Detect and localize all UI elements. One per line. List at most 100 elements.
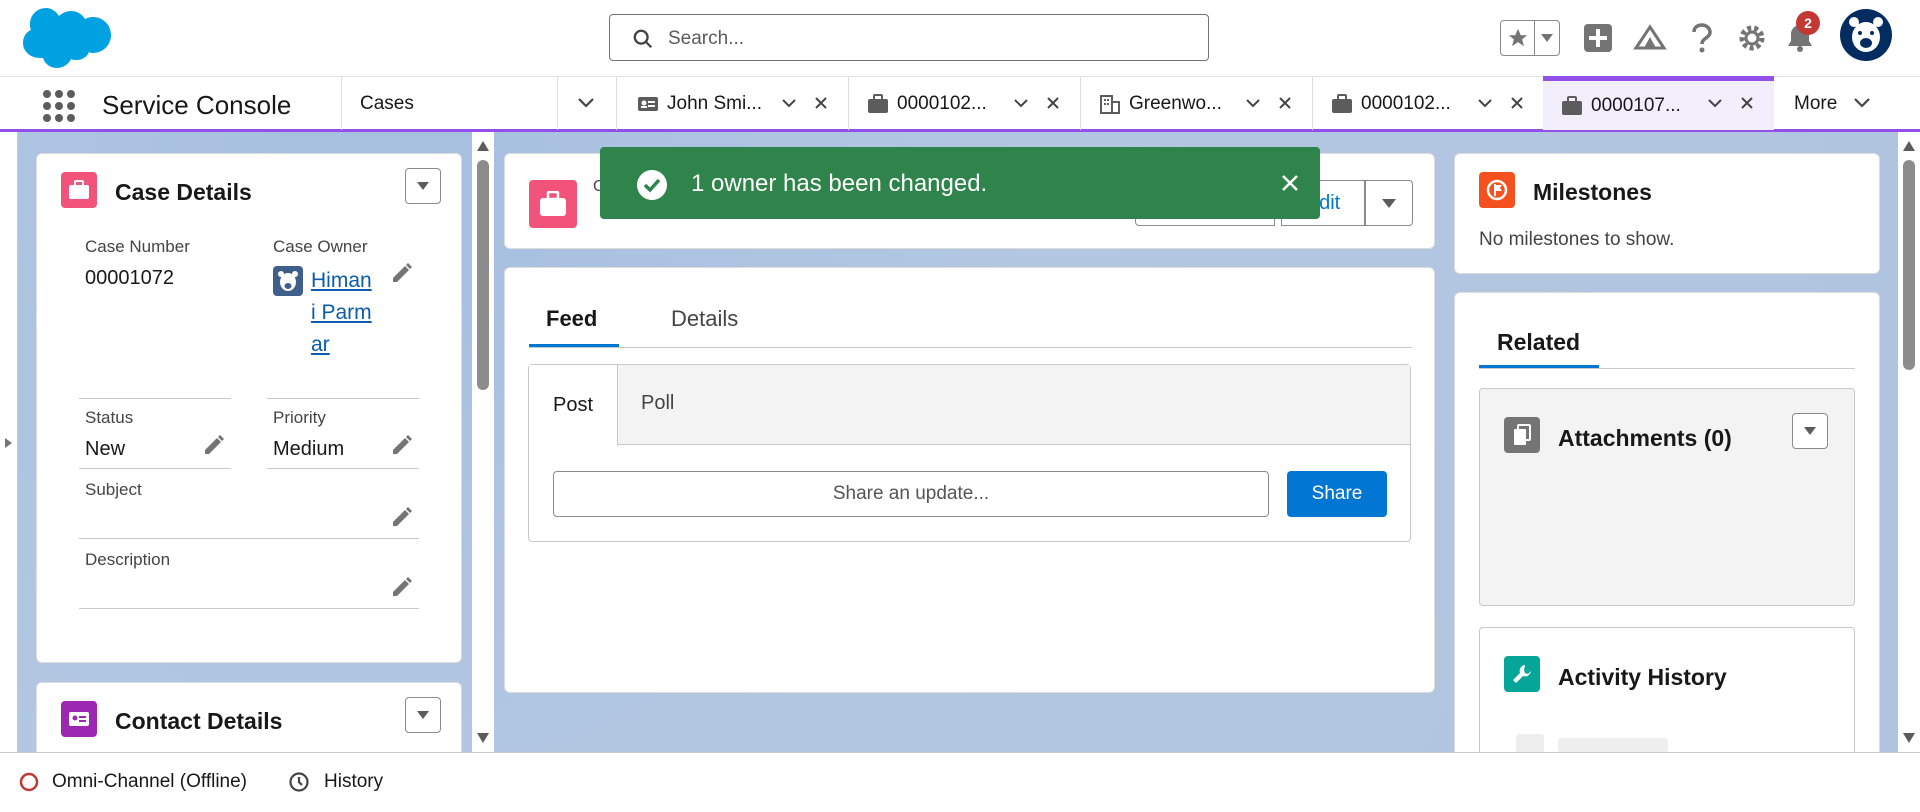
page-scrollbar[interactable] [1898,132,1920,752]
close-tab-icon[interactable] [1275,93,1295,113]
scroll-thumb[interactable] [477,160,489,390]
close-toast-icon[interactable] [1281,174,1299,192]
chevron-down-icon[interactable] [1243,93,1263,113]
global-actions-add-icon[interactable] [1578,18,1618,58]
record-page-content: Case Details Case Number 00001072 Case O… [0,132,1920,752]
owner-avatar [273,266,303,296]
share-update-input[interactable]: Share an update... [553,471,1269,517]
more-tabs-button[interactable]: More [1774,77,1920,130]
tabs-divider [529,347,1412,348]
omni-channel-label: Omni-Channel (Offline) [52,771,248,792]
publisher-tab-poll[interactable]: Poll [641,392,674,415]
history-label: History [324,771,384,792]
split-view-toggle[interactable] [0,132,18,752]
chevron-down-icon[interactable] [1705,93,1725,113]
search-icon [633,29,653,49]
help-icon[interactable] [1682,18,1722,58]
setup-gear-icon[interactable] [1732,18,1772,58]
offline-status-circle-icon [19,772,39,792]
app-launcher-icon[interactable] [42,89,76,123]
tab-cases[interactable]: Cases [342,77,558,130]
history-utility[interactable]: History [288,771,383,793]
utility-bar: Omni-Channel (Offline) History [0,752,1920,812]
field-divider [267,398,419,399]
close-tab-icon[interactable] [1043,93,1063,113]
attachments-title[interactable]: Attachments (0) [1558,425,1732,452]
scroll-up-arrow-icon[interactable] [477,141,489,151]
object-nav-menu-button[interactable] [558,77,616,130]
tab-case-1[interactable]: 0000102... [849,77,1080,130]
favorites-star-icon[interactable] [1501,21,1535,55]
briefcase-icon [867,93,889,115]
close-tab-icon[interactable] [811,93,831,113]
milestones-card: Milestones No milestones to show. [1454,153,1880,274]
scroll-thumb[interactable] [1903,160,1915,370]
edit-case-owner-pencil-icon[interactable] [391,262,413,284]
scroll-down-arrow-icon[interactable] [477,733,489,743]
trailhead-guidance-icon[interactable] [1630,18,1670,58]
milestones-title: Milestones [1533,179,1652,205]
left-column-scrollbar[interactable] [472,132,494,752]
field-divider [79,468,231,469]
edit-subject-pencil-icon[interactable] [391,506,413,528]
chevron-down-icon [417,711,429,719]
close-tab-icon[interactable] [1737,93,1757,113]
scroll-up-arrow-icon[interactable] [1903,141,1915,151]
chevron-down-icon[interactable] [1011,93,1031,113]
field-divider [79,398,231,399]
building-icon [1099,93,1121,115]
status-value: New [85,438,126,460]
activity-history-title[interactable]: Activity History [1558,664,1727,691]
tab-feed[interactable]: Feed [546,306,597,332]
clock-icon [289,772,309,792]
loading-placeholder [1558,738,1668,752]
case-owner-link[interactable]: Himani Parmar [311,265,375,361]
tab-case-2[interactable]: 0000102... [1313,77,1544,130]
related-card: Related Attachments (0) Activity History [1454,292,1880,752]
search-placeholder: Search... [668,28,745,49]
salesforce-logo-icon[interactable] [22,8,112,70]
tab-cases-label: Cases [360,92,414,114]
loading-placeholder [1516,734,1544,752]
contact-details-title: Contact Details [115,708,283,734]
edit-priority-pencil-icon[interactable] [391,434,413,456]
favorites-dropdown-icon[interactable] [1535,21,1559,55]
close-tab-icon[interactable] [1507,93,1527,113]
priority-value: Medium [273,438,345,460]
share-button[interactable]: Share [1287,471,1387,517]
omni-channel-utility[interactable]: Omni-Channel (Offline) [18,771,247,793]
favorites-button-group[interactable] [1500,20,1560,56]
edit-status-pencil-icon[interactable] [203,434,225,456]
scroll-down-arrow-icon[interactable] [1903,733,1915,743]
contact-details-menu-button[interactable] [405,697,441,733]
briefcase-icon [1331,93,1353,115]
edit-description-pencil-icon[interactable] [391,576,413,598]
tab-related[interactable]: Related [1497,329,1580,356]
chevron-down-icon [576,93,596,113]
tab-account-greenwood[interactable]: Greenwo... [1081,77,1312,130]
activity-history-related-list: Activity History [1479,627,1855,752]
tab-contact-john-smith[interactable]: John Smi... [617,77,848,130]
tab-label: 0000102... [897,92,987,114]
global-search-input[interactable]: Search... [609,14,1209,61]
tab-details[interactable]: Details [671,306,738,332]
user-avatar[interactable] [1840,9,1892,61]
field-divider [79,538,419,539]
case-briefcase-icon [61,172,97,208]
tab-case-active[interactable]: 0000107... [1543,76,1774,130]
attachment-file-icon [1504,417,1540,453]
subject-label: Subject [85,480,142,499]
case-owner-label: Case Owner [273,237,368,256]
publisher-tab-post[interactable]: Post [529,365,618,446]
tabs-divider [1479,368,1855,369]
global-header: Search... 2 [0,0,1920,76]
chevron-down-icon[interactable] [779,93,799,113]
case-details-menu-button[interactable] [405,168,441,204]
chevron-down-icon[interactable] [1475,93,1495,113]
chevron-down-icon [1804,427,1816,435]
status-label: Status [85,408,134,427]
case-details-card: Case Details Case Number 00001072 Case O… [36,153,462,663]
more-actions-button[interactable] [1365,180,1413,226]
success-check-icon [637,170,667,200]
attachments-menu-button[interactable] [1792,413,1828,449]
